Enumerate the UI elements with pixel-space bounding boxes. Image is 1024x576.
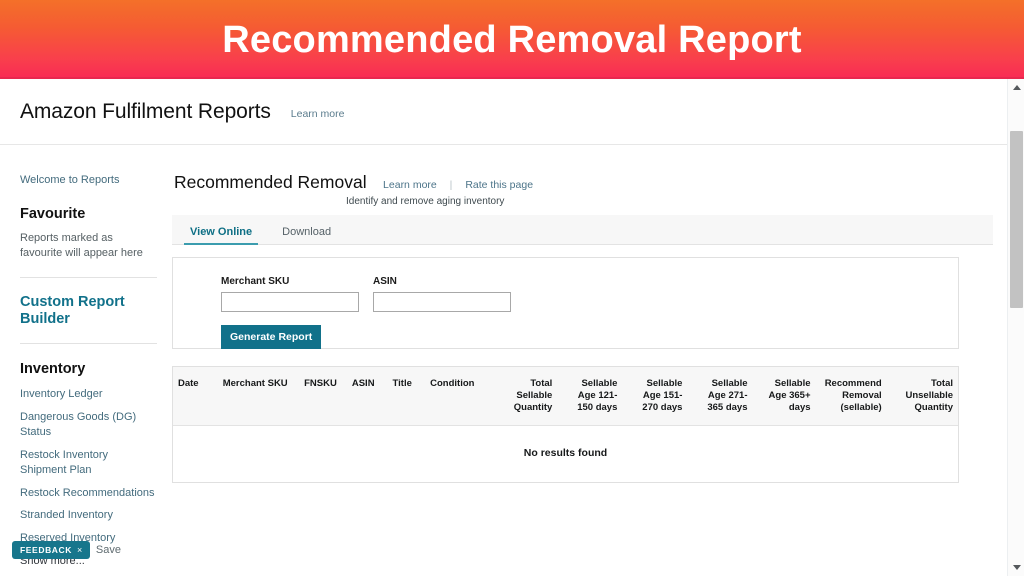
- page-banner: Recommended Removal Report: [0, 0, 1024, 79]
- filter-fields-row: Merchant SKU ASIN: [221, 276, 958, 312]
- main-content: Recommended Removal Learn more | Rate th…: [158, 146, 1007, 576]
- table-header-row: Date Merchant SKU FNSKU ASIN Title Condi…: [173, 367, 958, 426]
- report-table-body: No results found: [173, 425, 958, 482]
- column-header-sellable-age-121-150[interactable]: Sellable Age 121-150 days: [557, 367, 623, 426]
- sidebar-item-welcome-to-reports[interactable]: Welcome to Reports: [20, 173, 158, 188]
- sidebar-heading-inventory: Inventory: [20, 361, 86, 378]
- column-header-fnsku[interactable]: FNSKU: [299, 367, 347, 426]
- column-header-total-unsellable-quantity[interactable]: Total Unsellable Quantity: [886, 367, 958, 426]
- vertical-scrollbar[interactable]: [1007, 79, 1024, 576]
- scroll-down-arrow-icon[interactable]: [1008, 559, 1024, 576]
- close-icon[interactable]: ×: [77, 545, 83, 555]
- generate-report-button[interactable]: Generate Report: [221, 325, 322, 349]
- banner-title: Recommended Removal Report: [222, 18, 802, 61]
- content-header-links: Learn more | Rate this page: [383, 179, 533, 191]
- save-label[interactable]: Save: [96, 544, 121, 556]
- tab-download[interactable]: Download: [276, 226, 337, 244]
- sidebar-item-inventory-ledger[interactable]: Inventory Ledger: [20, 387, 155, 402]
- report-table-container: Date Merchant SKU FNSKU ASIN Title Condi…: [172, 366, 959, 483]
- column-header-sellable-age-271-365[interactable]: Sellable Age 271-365 days: [687, 367, 753, 426]
- content-learn-more-link[interactable]: Learn more: [383, 179, 437, 191]
- column-header-title[interactable]: Title: [387, 367, 426, 426]
- page-title: Recommended Removal: [174, 172, 367, 192]
- page-root: Recommended Removal Report Amazon Fulfil…: [0, 0, 1024, 576]
- column-header-date[interactable]: Date: [173, 367, 218, 426]
- feedback-button[interactable]: FEEDBACK ×: [12, 541, 90, 559]
- sidebar-divider-1: [20, 276, 157, 278]
- sidebar-divider-2: [20, 343, 157, 345]
- merchant-sku-field-group: Merchant SKU: [221, 276, 359, 312]
- column-header-merchant-sku[interactable]: Merchant SKU: [217, 367, 300, 426]
- report-table: Date Merchant SKU FNSKU ASIN Title Condi…: [173, 367, 958, 482]
- sidebar: Welcome to Reports Favourite Reports mar…: [0, 146, 158, 576]
- scrollbar-thumb[interactable]: [1010, 131, 1023, 308]
- asin-field-group: ASIN: [373, 276, 511, 312]
- sidebar-item-restock-inventory-shipment-plan[interactable]: Restock Inventory Shipment Plan: [20, 448, 155, 478]
- feedback-label: FEEDBACK: [20, 545, 73, 555]
- feedback-bar: FEEDBACK × Save: [12, 541, 121, 559]
- column-header-condition[interactable]: Condition: [425, 367, 495, 426]
- app-header: Amazon Fulfilment Reports Learn more: [0, 79, 1007, 145]
- no-results-message: No results found: [173, 425, 958, 482]
- content-header: Recommended Removal Learn more | Rate th…: [158, 146, 1007, 207]
- report-table-head: Date Merchant SKU FNSKU ASIN Title Condi…: [173, 367, 958, 426]
- table-row-empty: No results found: [173, 425, 958, 482]
- page-subtitle: Identify and remove aging inventory: [346, 196, 505, 207]
- asin-label: ASIN: [373, 276, 397, 287]
- column-header-sellable-age-151-270[interactable]: Sellable Age 151-270 days: [622, 367, 688, 426]
- report-filter-panel: Merchant SKU ASIN Generate Report: [172, 257, 959, 349]
- header-learn-more-link[interactable]: Learn more: [291, 108, 345, 120]
- column-header-sellable-age-365-plus[interactable]: Sellable Age 365+ days: [752, 367, 816, 426]
- sidebar-item-dangerous-goods-status[interactable]: Dangerous Goods (DG) Status: [20, 410, 155, 440]
- column-header-recommend-removal-sellable[interactable]: Recommend Removal (sellable): [815, 367, 887, 426]
- column-header-total-sellable-quantity[interactable]: Total Sellable Quantity: [494, 367, 558, 426]
- sidebar-item-custom-report-builder[interactable]: Custom Report Builder: [20, 294, 140, 329]
- app-title: Amazon Fulfilment Reports: [20, 99, 271, 123]
- sidebar-heading-favourite: Favourite: [20, 205, 86, 222]
- rate-this-page-link[interactable]: Rate this page: [465, 179, 533, 191]
- sidebar-item-restock-recommendations[interactable]: Restock Recommendations: [20, 486, 155, 501]
- scroll-up-arrow-icon[interactable]: [1008, 79, 1024, 96]
- asin-input[interactable]: [373, 292, 511, 312]
- tab-view-online[interactable]: View Online: [184, 226, 259, 245]
- merchant-sku-label: Merchant SKU: [221, 276, 290, 287]
- header-link-separator: |: [449, 179, 453, 191]
- merchant-sku-input[interactable]: [221, 292, 359, 312]
- tab-bar: View Online Download: [172, 215, 993, 245]
- sidebar-item-stranded-inventory[interactable]: Stranded Inventory: [20, 508, 155, 523]
- column-header-asin[interactable]: ASIN: [346, 367, 388, 426]
- sidebar-favourite-note: Reports marked as favourite will appear …: [20, 231, 143, 260]
